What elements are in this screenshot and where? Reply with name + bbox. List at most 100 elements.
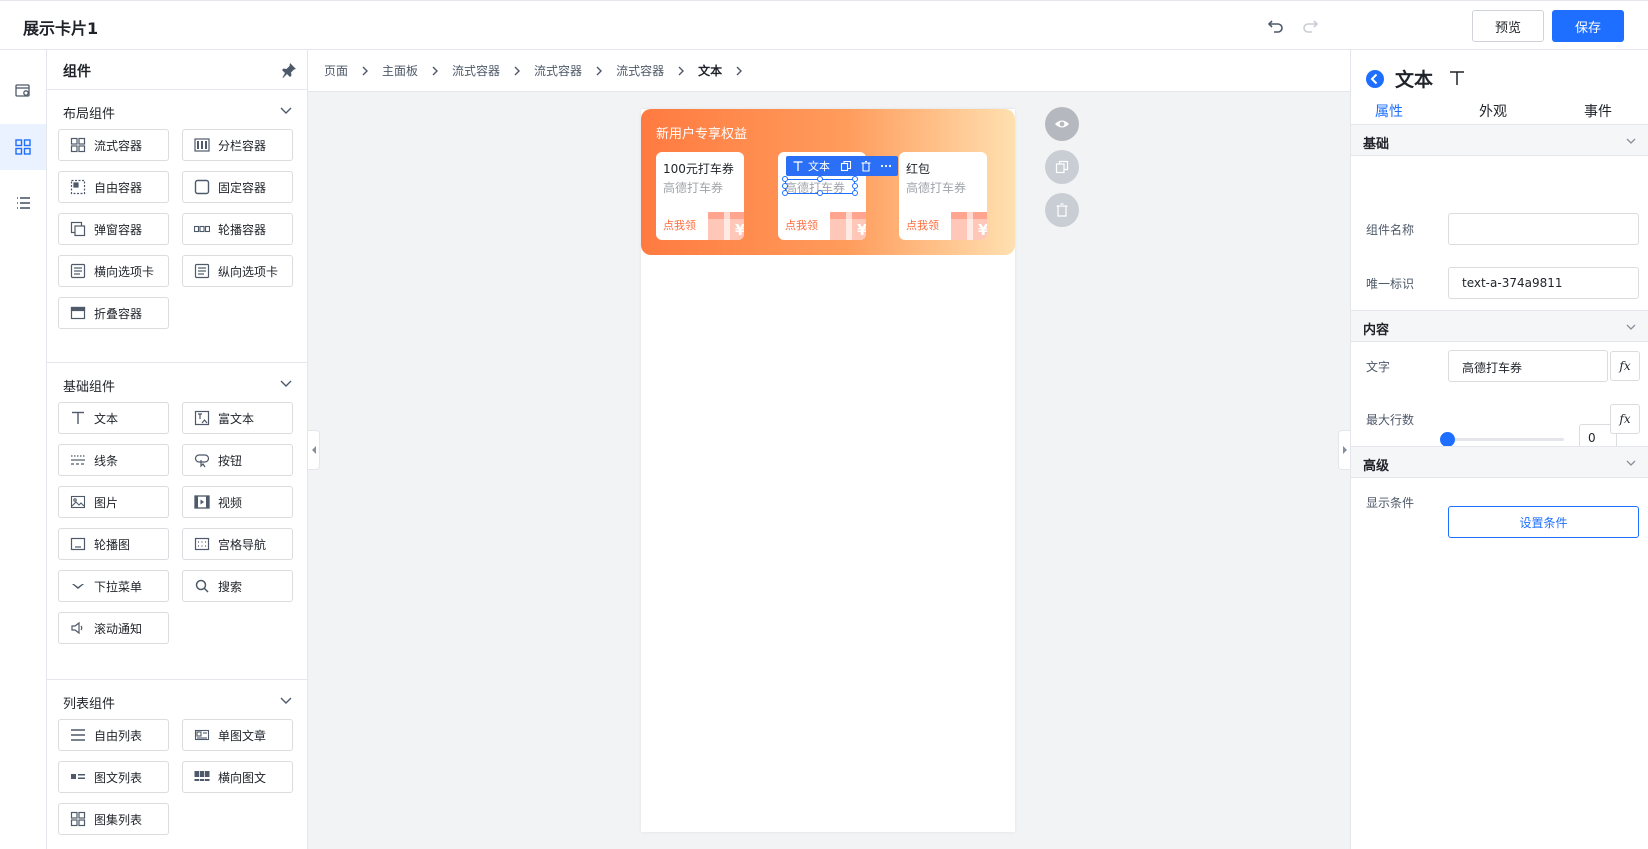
breadcrumb-item[interactable]: 流式容器: [452, 62, 500, 79]
dropdown-icon: [72, 584, 84, 589]
chevron-down-icon[interactable]: [279, 103, 293, 117]
collapse-right-panel-handle[interactable]: [1338, 430, 1350, 470]
coupon-title[interactable]: 100元打车券: [663, 160, 734, 177]
resize-handle[interactable]: [817, 190, 823, 196]
collapse-left-panel-handle[interactable]: [308, 430, 320, 470]
coupon-action[interactable]: 点我领: [785, 217, 818, 233]
component-item[interactable]: 分栏容器: [182, 129, 293, 161]
section-content[interactable]: 内容: [1351, 310, 1648, 342]
max-lines-slider-handle[interactable]: [1440, 432, 1455, 447]
coupon-action[interactable]: 点我领: [906, 217, 939, 233]
breadcrumb-item[interactable]: 流式容器: [616, 62, 664, 79]
coupon-card[interactable]: 红包 高德打车券 点我领 ¥: [899, 152, 987, 240]
component-item[interactable]: 图片: [58, 486, 169, 518]
coupon-subtitle[interactable]: 高德打车券: [906, 179, 966, 196]
coupon-title[interactable]: 红包: [906, 160, 930, 177]
breadcrumb-item[interactable]: 页面: [324, 62, 348, 79]
unique-id-input[interactable]: text-a-374a9811: [1448, 267, 1639, 299]
component-item[interactable]: 宫格导航: [182, 528, 293, 560]
tab-events[interactable]: 事件: [1584, 101, 1612, 121]
back-icon[interactable]: [1365, 69, 1385, 89]
properties-panel: 文本 属性 外观 事件 基础 组件名称 唯一标识 text-a-374a9811…: [1350, 50, 1648, 849]
redo-icon[interactable]: [1300, 16, 1320, 36]
component-item[interactable]: 弹窗容器: [58, 213, 169, 245]
max-lines-slider-track[interactable]: [1448, 438, 1564, 441]
resize-handle[interactable]: [852, 183, 858, 189]
list-components-group: 列表组件 自由列表 单图文章 图文列表 横向图文 图集列表: [47, 680, 307, 849]
chevron-right-icon: [678, 66, 685, 75]
component-item[interactable]: 纵向选项卡: [182, 255, 293, 287]
delete-button[interactable]: [1045, 193, 1079, 227]
text-input[interactable]: 高德打车券: [1448, 350, 1608, 382]
more-icon[interactable]: [880, 160, 892, 172]
component-item[interactable]: 流式容器: [58, 129, 169, 161]
horizontal-tabs-icon: [70, 263, 86, 279]
tab-properties[interactable]: 属性: [1375, 101, 1403, 121]
section-basic[interactable]: 基础: [1351, 124, 1648, 156]
rail-page-settings[interactable]: [0, 68, 46, 114]
rich-text-icon: [194, 410, 210, 426]
rail-outline[interactable]: [0, 180, 46, 226]
component-item[interactable]: 富文本: [182, 402, 293, 434]
component-item[interactable]: 横向选项卡: [58, 255, 169, 287]
single-image-article-icon: [194, 729, 210, 741]
chevron-down-icon: [1626, 138, 1636, 144]
component-item[interactable]: 固定容器: [182, 171, 293, 203]
preview-button[interactable]: 预览: [1472, 10, 1544, 42]
component-name-input[interactable]: [1448, 213, 1639, 245]
component-item[interactable]: 轮播容器: [182, 213, 293, 245]
component-item[interactable]: 轮播图: [58, 528, 169, 560]
component-item[interactable]: 文本: [58, 402, 169, 434]
text-type-icon: [1450, 71, 1464, 85]
gallery-list-icon: [70, 811, 86, 827]
component-item[interactable]: 按钮: [182, 444, 293, 476]
resize-handle[interactable]: [782, 190, 788, 196]
rail-components[interactable]: [0, 124, 46, 170]
breadcrumb-item[interactable]: 主面板: [382, 62, 418, 79]
resize-handle[interactable]: [782, 176, 788, 182]
set-condition-button[interactable]: 设置条件: [1448, 506, 1639, 538]
component-item[interactable]: 搜索: [182, 570, 293, 602]
component-item[interactable]: 滚动通知: [58, 612, 169, 644]
resize-handle[interactable]: [782, 183, 788, 189]
component-label: 视频: [218, 495, 243, 510]
component-item[interactable]: 自由列表: [58, 719, 169, 751]
chevron-down-icon[interactable]: [279, 376, 293, 390]
banner-title[interactable]: 新用户专享权益: [656, 123, 747, 142]
chevron-right-icon: [736, 66, 743, 75]
resize-handle[interactable]: [817, 176, 823, 182]
coupon-subtitle[interactable]: 高德打车券: [663, 179, 723, 196]
component-item[interactable]: 图文列表: [58, 761, 169, 793]
delete-icon[interactable]: [860, 160, 872, 172]
component-item[interactable]: 线条: [58, 444, 169, 476]
save-button[interactable]: 保存: [1552, 10, 1624, 42]
flow-container-icon: [70, 137, 86, 153]
text-expression-button[interactable]: fx: [1610, 351, 1640, 381]
undo-icon[interactable]: [1266, 16, 1286, 36]
component-item[interactable]: 折叠容器: [58, 297, 169, 329]
promo-banner[interactable]: 新用户专享权益 100元打车券 高德打车券 点我领 ¥ 高德打车券 点我领 ¥: [641, 109, 1015, 255]
section-advanced[interactable]: 高级: [1351, 446, 1648, 478]
svg-text:¥: ¥: [735, 221, 744, 239]
pin-icon[interactable]: [281, 62, 297, 78]
component-label: 弹窗容器: [94, 222, 143, 237]
resize-handle[interactable]: [852, 190, 858, 196]
component-item[interactable]: 单图文章: [182, 719, 293, 751]
chevron-down-icon[interactable]: [279, 693, 293, 707]
toggle-visibility-button[interactable]: [1045, 107, 1079, 141]
coupon-card[interactable]: 100元打车券 高德打车券 点我领 ¥: [656, 152, 744, 240]
component-label: 单图文章: [218, 728, 267, 743]
component-item[interactable]: 横向图文: [182, 761, 293, 793]
breadcrumb-item[interactable]: 流式容器: [534, 62, 582, 79]
component-item[interactable]: 下拉菜单: [58, 570, 169, 602]
coupon-action[interactable]: 点我领: [663, 217, 696, 233]
tab-appearance[interactable]: 外观: [1479, 101, 1507, 121]
duplicate-button[interactable]: [1045, 150, 1079, 184]
component-item[interactable]: 视频: [182, 486, 293, 518]
resize-handle[interactable]: [852, 176, 858, 182]
max-lines-expression-button[interactable]: fx: [1610, 404, 1640, 434]
component-item[interactable]: 图集列表: [58, 803, 169, 835]
copy-icon[interactable]: [840, 160, 852, 172]
caret-left-icon: [311, 446, 316, 454]
component-item[interactable]: 自由容器: [58, 171, 169, 203]
